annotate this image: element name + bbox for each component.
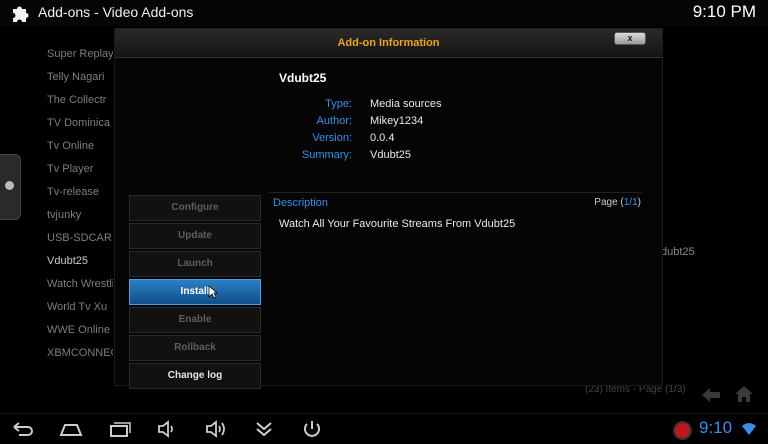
page-title: Add-ons - Video Add-ons (38, 4, 194, 20)
page-prefix: Page ( (594, 197, 624, 208)
side-menu-tab[interactable] (0, 154, 21, 220)
clock: 9:10 PM (692, 2, 756, 21)
update-button[interactable]: Update (129, 223, 261, 249)
dialog-header: Add-on Information x (115, 29, 662, 58)
summary-value: Vdubt25 (370, 149, 411, 161)
side-menu-knob-icon (5, 181, 14, 190)
page-value: 1/1 (623, 197, 638, 208)
list-item[interactable]: XBMCONNECT (47, 347, 113, 370)
list-item[interactable]: Tv Player (47, 163, 113, 186)
launch-button[interactable]: Launch (129, 251, 261, 277)
puzzle-icon (13, 6, 29, 22)
page-suffix: ) (637, 197, 641, 208)
list-item[interactable]: WWE Online (47, 324, 113, 347)
system-nav-bar: 9:10 (0, 413, 768, 444)
close-button[interactable]: x (614, 32, 646, 45)
page-indicator: Page (1/1) (594, 197, 641, 208)
back-icon[interactable] (11, 419, 35, 439)
install-button[interactable]: Install (129, 279, 261, 305)
changelog-button[interactable]: Change log (129, 363, 261, 389)
list-item[interactable]: Super Replay (47, 48, 113, 71)
list-item[interactable]: USB-SDCAR (47, 232, 113, 255)
list-item[interactable]: Tv-release (47, 186, 113, 209)
list-item[interactable]: tvjunky (47, 209, 113, 232)
list-item[interactable]: Watch Wrestling (47, 278, 113, 301)
back-icon[interactable] (700, 386, 722, 404)
dialog-title: Add-on Information (337, 37, 440, 49)
status-clock: 9:10 (699, 418, 733, 437)
list-item[interactable]: The Collectr (47, 94, 113, 117)
summary-label: Summary: (301, 149, 352, 161)
author-label: Author: (316, 115, 352, 127)
info-author-row: Author: Mikey1234 (235, 115, 535, 131)
menu-chevrons-icon[interactable] (252, 419, 276, 439)
addon-name: Vdubt25 (279, 71, 327, 85)
info-type-row: Type: Media sources (235, 98, 535, 114)
addon-info-dialog: Add-on Information x Vdubt25 Type: Media… (114, 28, 663, 389)
top-bar: Add-ons - Video Add-ons 9:10 PM (0, 0, 768, 26)
list-item[interactable]: TV Dominica (47, 117, 113, 140)
list-item[interactable]: Tv Online (47, 140, 113, 163)
version-value: 0.0.4 (370, 132, 395, 144)
list-item[interactable]: Telly Nagari (47, 71, 113, 94)
info-summary-row: Summary: Vdubt25 (235, 149, 535, 165)
type-label: Type: (325, 98, 352, 110)
divider (269, 192, 642, 193)
wifi-icon (742, 423, 756, 435)
author-value: Mikey1234 (370, 115, 424, 127)
volume-down-icon[interactable] (156, 419, 180, 439)
volume-up-icon[interactable] (204, 419, 228, 439)
type-value: Media sources (370, 98, 442, 110)
record-icon[interactable] (673, 421, 692, 440)
power-icon[interactable] (300, 419, 324, 439)
info-version-row: Version: 0.0.4 (235, 132, 535, 148)
home-icon[interactable] (59, 419, 83, 439)
home-icon[interactable] (734, 384, 754, 404)
list-item-selected[interactable]: Vdubt25 (47, 255, 113, 278)
description-text: Watch All Your Favourite Streams From Vd… (279, 218, 516, 230)
rollback-button[interactable]: Rollback (129, 335, 261, 361)
background-addon-label: dubt25 (661, 246, 695, 258)
action-buttons: Configure Update Launch Install Enable R… (129, 195, 261, 391)
enable-button[interactable]: Enable (129, 307, 261, 333)
configure-button[interactable]: Configure (129, 195, 261, 221)
cursor-icon (208, 285, 218, 299)
version-label: Version: (312, 132, 352, 144)
description-label: Description (273, 197, 329, 209)
list-item[interactable]: World Tv Xu (47, 301, 113, 324)
recent-apps-icon[interactable] (108, 419, 132, 439)
addon-list: Super Replay Telly Nagari The Collectr T… (47, 48, 113, 370)
